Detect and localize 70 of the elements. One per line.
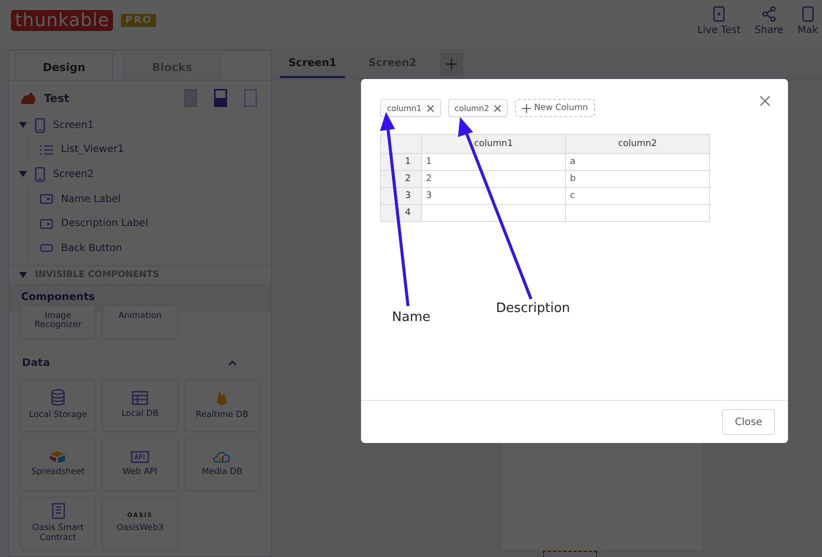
component-tile[interactable]: Media DB (184, 438, 260, 491)
table-icon (132, 390, 148, 405)
component-tile[interactable]: Animation (102, 304, 178, 339)
annotation-label: Name (392, 310, 430, 325)
caret-icon[interactable] (19, 121, 27, 130)
component-tile[interactable]: Local DB (102, 378, 178, 432)
close-icon[interactable] (760, 96, 770, 106)
component-tile[interactable]: Web API (102, 438, 178, 491)
flame-icon (216, 390, 228, 406)
annotation-label: Description (496, 301, 570, 316)
column-header: column1 (422, 134, 566, 154)
component-tile[interactable]: Image Recognizer (20, 304, 96, 339)
column-header: column2 (566, 134, 710, 154)
caret-icon[interactable] (19, 270, 27, 279)
phone-icon (35, 166, 45, 182)
cloud-icon (213, 450, 231, 463)
tree-item[interactable]: Name Label (61, 194, 121, 205)
device-size-icon[interactable] (214, 89, 227, 107)
table-cell[interactable]: a (566, 154, 710, 170)
tree-item[interactable]: Screen1 (53, 120, 94, 131)
share-icon (761, 6, 778, 22)
document-icon (52, 503, 64, 520)
table-cell[interactable] (566, 204, 710, 222)
table-cell[interactable]: 2 (422, 170, 566, 188)
device-size-icon[interactable] (244, 89, 257, 107)
component-tile[interactable]: Spreadsheet (20, 438, 96, 491)
tree-item[interactable]: List_Viewer1 (61, 144, 124, 156)
toolbar-button[interactable]: Mak (793, 6, 822, 36)
table-cell[interactable]: c (566, 188, 710, 204)
toolbar-button[interactable]: Live Test (693, 6, 745, 36)
table-cell[interactable]: 3 (422, 188, 566, 204)
tree-item[interactable]: Back Button (61, 242, 122, 254)
table-cell[interactable]: 1 (422, 154, 566, 170)
remove-icon[interactable] (494, 104, 502, 112)
mode-tab[interactable]: Design (15, 53, 113, 80)
component-tile[interactable]: Oasis Smart Contract (20, 496, 96, 550)
table-cell[interactable]: b (566, 170, 710, 188)
logo: thunkable (11, 10, 114, 31)
phone-play-icon (712, 6, 725, 22)
project-icon (19, 90, 37, 106)
remove-icon[interactable] (426, 104, 434, 112)
chevron-icon[interactable] (228, 360, 237, 366)
button-icon (40, 244, 53, 252)
corner-cell (380, 134, 422, 154)
database-icon (51, 389, 65, 406)
project-name: Test (44, 92, 70, 104)
phone-icon (35, 118, 45, 133)
plus-icon (522, 104, 532, 112)
toolbar-button[interactable]: Share (750, 6, 788, 36)
label-icon (40, 194, 53, 204)
add-screen-button[interactable] (440, 52, 463, 76)
close-button[interactable]: Close (722, 409, 775, 435)
caret-icon[interactable] (19, 170, 27, 178)
spreadsheet-icon (50, 450, 66, 463)
tree-item[interactable]: Description Label (61, 218, 148, 230)
section-title: Data (22, 356, 50, 369)
list-icon (40, 144, 53, 155)
screen-tab[interactable]: Screen1 (280, 50, 345, 78)
plus-icon (446, 58, 457, 70)
api-icon (131, 450, 149, 463)
tree-item[interactable]: Screen2 (53, 168, 94, 180)
column-chip[interactable]: column1 (380, 99, 441, 117)
column-chip[interactable]: column2 (448, 99, 508, 117)
component-tile[interactable]: Realtime DB (184, 378, 260, 432)
phone-icon (802, 6, 814, 22)
label-icon (40, 218, 53, 229)
component-tile[interactable]: Local Storage (20, 378, 96, 432)
pro-badge: PRO (121, 14, 156, 27)
table-cell[interactable] (422, 204, 566, 222)
new-column-button[interactable]: New Column (515, 99, 595, 117)
